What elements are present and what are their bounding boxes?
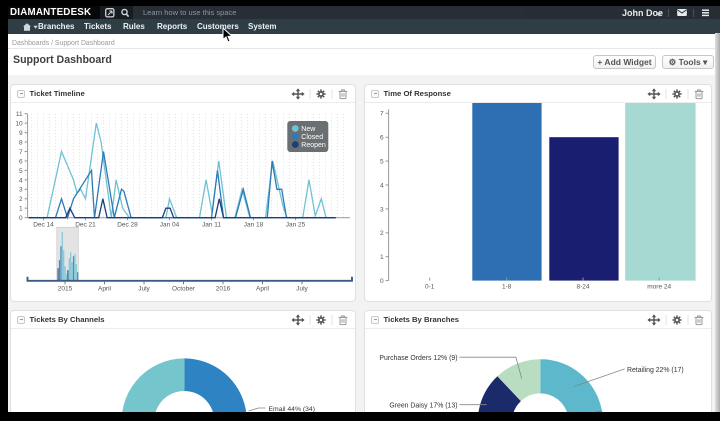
svg-text:Jan 25: Jan 25 — [286, 222, 306, 229]
svg-text:0-1: 0-1 — [425, 284, 435, 291]
svg-text:New: New — [301, 126, 316, 133]
svg-text:1-8: 1-8 — [502, 284, 512, 291]
svg-text:Dec 14: Dec 14 — [33, 222, 54, 229]
svg-text:11: 11 — [16, 111, 23, 118]
svg-text:6: 6 — [19, 158, 23, 165]
svg-text:4: 4 — [19, 177, 23, 184]
svg-text:Dec 28: Dec 28 — [117, 222, 138, 229]
svg-text:1: 1 — [380, 254, 384, 261]
svg-text:8: 8 — [19, 139, 23, 146]
svg-text:1: 1 — [19, 206, 23, 213]
svg-text:0: 0 — [19, 215, 23, 222]
svg-text:April: April — [98, 285, 112, 292]
svg-text:Reopen: Reopen — [301, 142, 326, 149]
svg-text:Jan 11: Jan 11 — [202, 222, 221, 229]
svg-text:3: 3 — [19, 187, 23, 194]
svg-text:Jan 04: Jan 04 — [160, 222, 180, 229]
svg-text:more 24: more 24 — [647, 284, 671, 291]
svg-text:5: 5 — [19, 168, 23, 175]
svg-text:8-24: 8-24 — [576, 284, 589, 291]
svg-text:4: 4 — [380, 182, 384, 189]
svg-text:7: 7 — [19, 149, 23, 156]
svg-text:6: 6 — [380, 135, 384, 142]
svg-text:Closed: Closed — [301, 134, 323, 141]
svg-text:2015: 2015 — [58, 285, 73, 292]
svg-text:2: 2 — [380, 230, 384, 237]
svg-text:10: 10 — [15, 121, 23, 128]
svg-text:Green Daisy 17% (13): Green Daisy 17% (13) — [389, 403, 457, 410]
svg-text:July: July — [296, 285, 308, 292]
svg-text:2016: 2016 — [216, 285, 231, 292]
svg-text:Purchase Orders 12% (9): Purchase Orders 12% (9) — [379, 355, 457, 362]
svg-text:October: October — [172, 285, 196, 292]
svg-text:2: 2 — [19, 196, 23, 203]
svg-text:Retailing 22% (17): Retailing 22% (17) — [627, 367, 684, 374]
svg-text:July: July — [138, 285, 150, 292]
svg-text:3: 3 — [380, 206, 384, 213]
svg-text:April: April — [256, 285, 270, 292]
svg-text:Jan 18: Jan 18 — [244, 222, 264, 229]
svg-text:0: 0 — [380, 278, 384, 285]
svg-text:7: 7 — [380, 111, 384, 118]
svg-text:5: 5 — [380, 159, 384, 166]
svg-text:9: 9 — [19, 130, 23, 137]
